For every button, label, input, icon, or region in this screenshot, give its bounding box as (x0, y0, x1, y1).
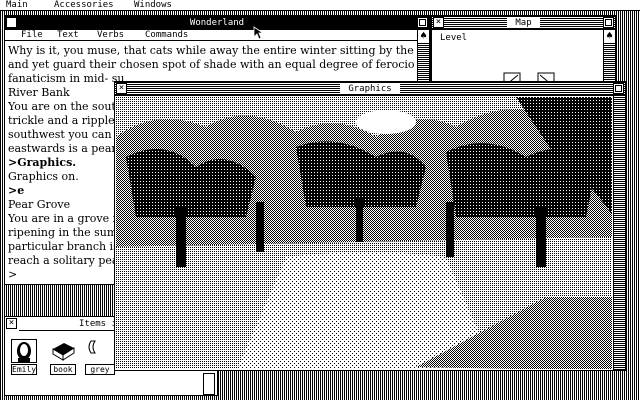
graphics-window: × Graphics (114, 81, 626, 371)
girl-portrait-icon (11, 339, 37, 363)
graphics-title: Graphics (340, 84, 400, 94)
wonderland-size-button[interactable] (417, 17, 428, 28)
mouse-pointer-icon (253, 26, 263, 40)
item-grey[interactable]: grey (85, 339, 115, 375)
map-title: Map (507, 18, 540, 28)
grey-item-icon (85, 339, 115, 363)
menu-windows[interactable]: Windows (134, 0, 172, 10)
item-label: Emily (11, 364, 37, 375)
menu-file[interactable]: File (21, 31, 43, 40)
menu-verbs[interactable]: Verbs (97, 31, 124, 40)
graphics-titlebar[interactable]: × Graphics (115, 82, 625, 96)
graphics-scrollbar[interactable] (613, 96, 625, 370)
spade-icon: ♠ (604, 30, 615, 42)
map-titlebar[interactable]: × Map (432, 16, 615, 30)
wonderland-titlebar[interactable]: Wonderland (5, 16, 429, 30)
story-line: and yet guard their chosen spot of shade… (8, 58, 415, 71)
menu-accessories[interactable]: Accessories (54, 0, 114, 10)
desktop-menubar: Main Accessories Windows (0, 0, 640, 11)
item-label: book (50, 364, 76, 375)
map-size-button[interactable] (603, 17, 614, 28)
book-icon (50, 339, 76, 363)
graphics-size-button[interactable] (613, 83, 624, 94)
pear-grove-picture (116, 97, 612, 369)
items-scroll-handle[interactable] (203, 373, 215, 395)
menu-main[interactable]: Main (6, 0, 28, 10)
item-emily[interactable]: Emily (11, 339, 37, 375)
spade-icon: ♠ (418, 30, 429, 42)
pear-grove-scene (116, 97, 612, 369)
item-label: grey (85, 364, 115, 375)
story-line: Why is it, you muse, that cats while awa… (8, 44, 415, 57)
map-level-label: Level (438, 33, 470, 43)
item-book[interactable]: book (50, 339, 76, 375)
wonderland-menubar: File Text Verbs Commands (5, 31, 417, 41)
items-close-button[interactable]: × (6, 318, 17, 329)
wonderland-title: Wonderland (189, 18, 245, 28)
menu-text[interactable]: Text (57, 31, 79, 40)
menu-commands[interactable]: Commands (145, 31, 188, 40)
